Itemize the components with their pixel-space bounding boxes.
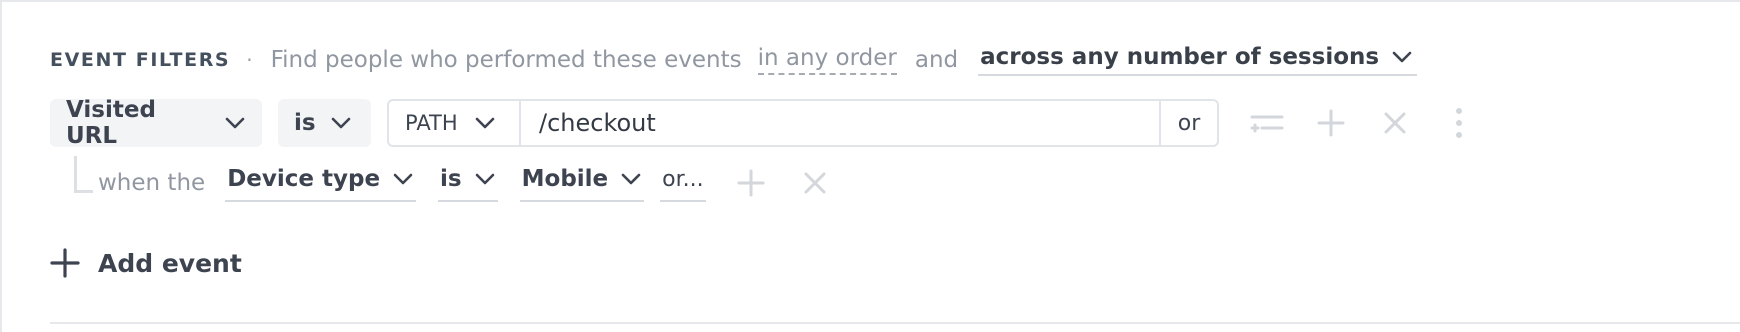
url-part-select[interactable]: PATH <box>389 101 521 145</box>
url-value-input[interactable]: /checkout <box>521 101 1161 145</box>
chevron-down-icon <box>474 172 496 186</box>
add-event-button[interactable]: Add event <box>50 248 242 278</box>
order-select[interactable]: in any order <box>757 45 897 75</box>
chevron-down-icon <box>620 172 642 186</box>
chevron-down-icon <box>392 172 414 186</box>
event-select[interactable]: Visited URL <box>50 97 262 149</box>
condition-prefix: when the <box>98 170 206 196</box>
close-icon[interactable] <box>796 164 834 202</box>
condition-or-button[interactable]: or... <box>660 164 706 202</box>
property-select-label: Device type <box>227 166 381 192</box>
event-filter-row: Visited URL is PATH /checkout or <box>50 97 1219 149</box>
chevron-down-icon <box>1391 50 1413 64</box>
condition-operator-label: is <box>440 166 462 192</box>
condition-connector <box>74 156 93 193</box>
operator-select-label: is <box>294 110 316 136</box>
divider <box>50 322 1740 324</box>
event-select-label: Visited URL <box>66 97 156 149</box>
plus-icon <box>50 248 80 278</box>
plus-icon[interactable] <box>1312 104 1350 142</box>
filters-header: EVENT FILTERS · Find people who performe… <box>50 40 1418 80</box>
url-part-select-label: PATH <box>405 111 458 135</box>
condition-actions <box>732 164 860 202</box>
more-vertical-icon[interactable] <box>1440 104 1478 142</box>
url-filter-input-group: PATH /checkout or <box>387 99 1219 147</box>
conjunction-label: and <box>914 47 959 73</box>
condition-operator-select[interactable]: is <box>438 164 498 202</box>
chevron-down-icon <box>224 116 246 130</box>
row-actions <box>1248 104 1478 142</box>
chevron-down-icon <box>474 116 496 130</box>
condition-value-select[interactable]: Mobile <box>519 164 645 202</box>
section-title: EVENT FILTERS <box>50 49 231 71</box>
sessions-select-label: across any number of sessions <box>980 44 1380 70</box>
chevron-down-icon <box>330 116 352 130</box>
or-button[interactable]: or <box>1161 101 1217 145</box>
condition-value-label: Mobile <box>521 166 609 192</box>
add-event-label: Add event <box>98 248 242 278</box>
header-separator: · <box>246 48 253 72</box>
header-description: Find people who performed these events <box>270 47 742 73</box>
sessions-select[interactable]: across any number of sessions <box>978 44 1418 76</box>
close-icon[interactable] <box>1376 104 1414 142</box>
property-select[interactable]: Device type <box>225 164 417 202</box>
operator-select[interactable]: is <box>278 99 371 147</box>
plus-icon[interactable] <box>732 164 770 202</box>
add-condition-icon[interactable] <box>1248 104 1286 142</box>
